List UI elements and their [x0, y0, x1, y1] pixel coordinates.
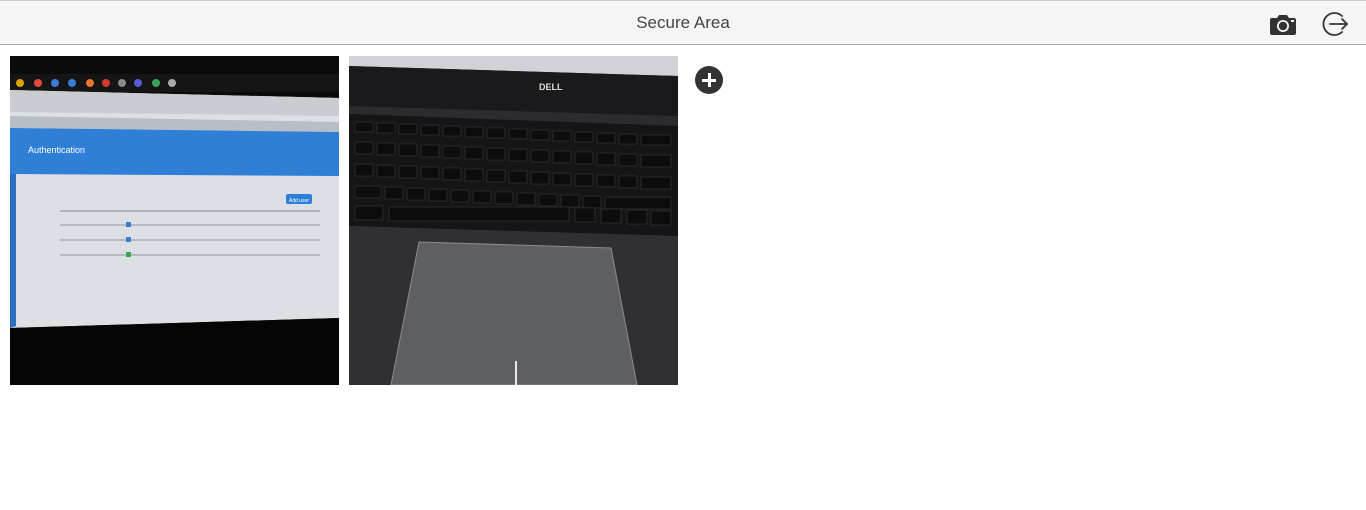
photo-thumbnail-1[interactable]: Authentication Add user [10, 56, 339, 385]
camera-button[interactable] [1268, 9, 1298, 39]
laptop-screen-photo: Authentication Add user [10, 56, 339, 385]
logout-button[interactable] [1320, 9, 1350, 39]
screen-heading-text: Authentication [28, 145, 85, 155]
keyboard-photo: DELL [349, 56, 678, 385]
page-title: Secure Area [636, 13, 730, 32]
add-photo-button[interactable] [695, 66, 723, 94]
dell-logo-text: DELL [539, 82, 563, 92]
camera-icon [1270, 15, 1296, 35]
app-header: Secure Area [0, 0, 1366, 45]
logout-icon [1322, 12, 1348, 36]
screen-add-user-text: Add user [289, 198, 309, 204]
photo-thumbnail-2[interactable]: DELL [349, 56, 678, 385]
